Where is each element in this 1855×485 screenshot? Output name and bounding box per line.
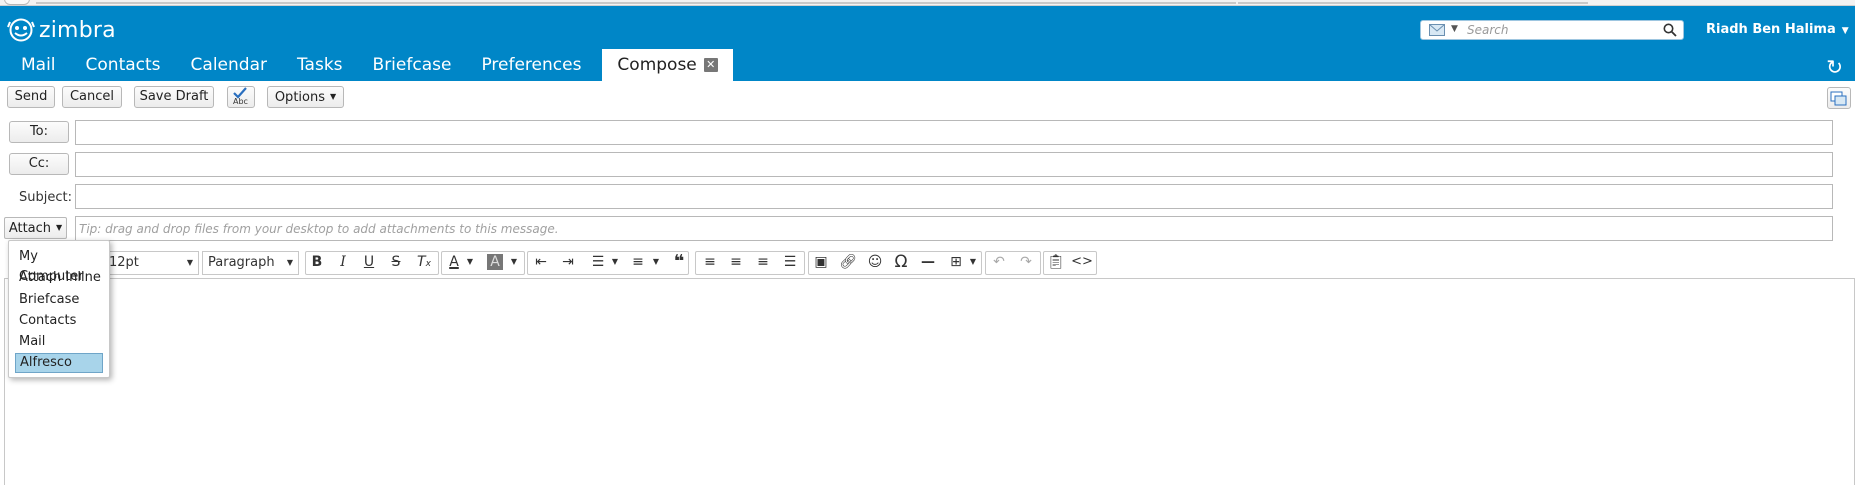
cc-field[interactable] xyxy=(75,152,1833,177)
chevron-down-icon: ▼ xyxy=(286,258,293,267)
new-window-icon xyxy=(1830,91,1847,106)
zimbra-logo[interactable]: zimbra xyxy=(6,17,116,43)
tab-label: Mail xyxy=(21,55,56,75)
user-menu[interactable]: Riadh Ben Halima ▼ xyxy=(1706,22,1849,37)
attach-menu: My Computer Attach Inline Briefcase Cont… xyxy=(8,240,110,378)
strikethrough-icon[interactable]: S xyxy=(385,251,407,275)
subject-field[interactable] xyxy=(75,184,1833,209)
to-field[interactable] xyxy=(75,120,1833,145)
app-header: zimbra ▼ Riadh Ben Halima ▼ Mail Contacts… xyxy=(0,6,1855,81)
horizontal-rule-icon[interactable]: — xyxy=(917,251,939,275)
underline-icon[interactable]: U xyxy=(358,251,380,275)
link-icon[interactable]: 🔗︎ xyxy=(837,251,859,275)
numbered-list-icon[interactable]: ≡ xyxy=(627,251,649,275)
chevron-down-icon: ▼ xyxy=(186,258,193,267)
chevron-down-icon[interactable]: ▼ xyxy=(608,251,622,275)
tab-label: Briefcase xyxy=(372,55,452,75)
options-label: Options xyxy=(274,90,325,105)
zimbra-logo-icon xyxy=(7,18,35,42)
menu-item-alfresco[interactable]: Alfresco xyxy=(15,353,103,373)
search-type-dropdown-icon[interactable]: ▼ xyxy=(1451,24,1458,34)
block-format-select[interactable]: Paragraph ▼ xyxy=(202,251,299,275)
chevron-down-icon: ▼ xyxy=(1841,26,1849,36)
tab-briefcase[interactable]: Briefcase xyxy=(358,49,467,81)
user-name: Riadh Ben Halima xyxy=(1706,22,1836,37)
attach-label: Attach xyxy=(8,221,52,236)
align-center-icon[interactable]: ≡ xyxy=(725,251,747,275)
chevron-down-icon: ▼ xyxy=(330,92,337,101)
to-button[interactable]: To: xyxy=(9,121,69,143)
app-tabs: Mail Contacts Calendar Tasks Briefcase P… xyxy=(0,49,733,81)
source-code-icon[interactable]: <> xyxy=(1071,251,1093,275)
bold-icon[interactable]: B xyxy=(306,251,328,275)
menu-item-contacts[interactable]: Contacts xyxy=(15,311,103,331)
table-icon[interactable]: ⊞ xyxy=(945,251,967,275)
align-justify-icon[interactable]: ☰ xyxy=(779,251,801,275)
font-size-value: 12pt xyxy=(109,255,139,270)
tab-label: Calendar xyxy=(190,55,267,75)
italic-icon[interactable]: I xyxy=(332,251,354,275)
align-right-icon[interactable]: ≡ xyxy=(752,251,774,275)
browser-circle-control[interactable] xyxy=(4,0,30,5)
chevron-down-icon[interactable]: ▼ xyxy=(507,251,521,275)
tab-compose[interactable]: Compose ✕ xyxy=(602,49,733,81)
outdent-icon[interactable]: ⇤ xyxy=(530,251,552,275)
paste-text-icon[interactable]: 📋︎ xyxy=(1045,251,1067,275)
tab-tasks[interactable]: Tasks xyxy=(282,49,358,81)
attach-button[interactable]: Attach ▼ xyxy=(4,217,67,239)
chevron-down-icon: ▼ xyxy=(56,223,63,232)
tab-label: Compose xyxy=(617,55,697,75)
refresh-icon[interactable]: ↻ xyxy=(1826,55,1843,79)
subject-label: Subject: xyxy=(19,190,72,205)
cancel-button[interactable]: Cancel xyxy=(62,86,122,108)
mail-icon[interactable] xyxy=(1429,24,1445,36)
undo-icon[interactable]: ↶ xyxy=(988,251,1010,275)
tab-preferences[interactable]: Preferences xyxy=(466,49,596,81)
menu-item-my-computer[interactable]: My Computer xyxy=(15,247,103,284)
font-size-select[interactable]: 12pt ▼ xyxy=(103,251,199,275)
image-icon[interactable]: ▣ xyxy=(810,251,832,275)
chevron-down-icon[interactable]: ▼ xyxy=(966,251,980,275)
redo-icon[interactable]: ↷ xyxy=(1015,251,1037,275)
search-box[interactable]: ▼ xyxy=(1420,20,1684,40)
blockquote-icon[interactable]: ❝ xyxy=(668,251,690,275)
menu-item-attach-inline[interactable]: Attach Inline xyxy=(15,268,103,288)
emoticon-icon[interactable]: ☺ xyxy=(864,251,886,275)
align-left-icon[interactable]: ≡ xyxy=(699,251,721,275)
tab-label: Tasks xyxy=(296,55,343,75)
send-button[interactable]: Send xyxy=(7,86,55,108)
attachment-drop-zone[interactable]: Tip: drag and drop files from your deskt… xyxy=(75,216,1833,241)
indent-icon[interactable]: ⇥ xyxy=(557,251,579,275)
browser-scroll-bar-2 xyxy=(1238,2,1588,4)
options-button[interactable]: Options ▼ xyxy=(267,86,344,108)
browser-scroll-bar xyxy=(36,2,1236,4)
tab-mail[interactable]: Mail xyxy=(0,49,71,81)
special-character-icon[interactable]: Ω xyxy=(890,251,912,275)
tab-calendar[interactable]: Calendar xyxy=(176,49,282,81)
menu-item-briefcase[interactable]: Briefcase xyxy=(15,290,103,310)
save-draft-button[interactable]: Save Draft xyxy=(134,86,214,108)
tab-contacts[interactable]: Contacts xyxy=(71,49,176,81)
highlight-color-icon[interactable]: A xyxy=(484,251,506,275)
cc-button[interactable]: Cc: xyxy=(9,153,69,175)
detach-window-button[interactable] xyxy=(1827,87,1851,109)
message-body-editor[interactable] xyxy=(4,278,1855,485)
spell-check-button[interactable]: Abc xyxy=(227,86,255,108)
search-icon[interactable] xyxy=(1663,23,1677,37)
menu-item-mail[interactable]: Mail xyxy=(15,332,103,352)
clear-formatting-icon[interactable]: Tx xyxy=(413,251,435,275)
search-input[interactable] xyxy=(1467,22,1647,38)
spell-check-text: Abc xyxy=(233,97,248,106)
chevron-down-icon[interactable]: ▼ xyxy=(649,251,663,275)
tab-label: Contacts xyxy=(85,55,161,75)
tab-label: Preferences xyxy=(481,55,582,75)
bullet-list-icon[interactable]: ☰ xyxy=(587,251,609,275)
block-format-value: Paragraph xyxy=(208,255,275,270)
close-tab-icon[interactable]: ✕ xyxy=(703,58,718,72)
logo-text: zimbra xyxy=(39,17,116,43)
chevron-down-icon[interactable]: ▼ xyxy=(463,251,477,275)
text-color-icon[interactable]: A xyxy=(443,251,465,275)
